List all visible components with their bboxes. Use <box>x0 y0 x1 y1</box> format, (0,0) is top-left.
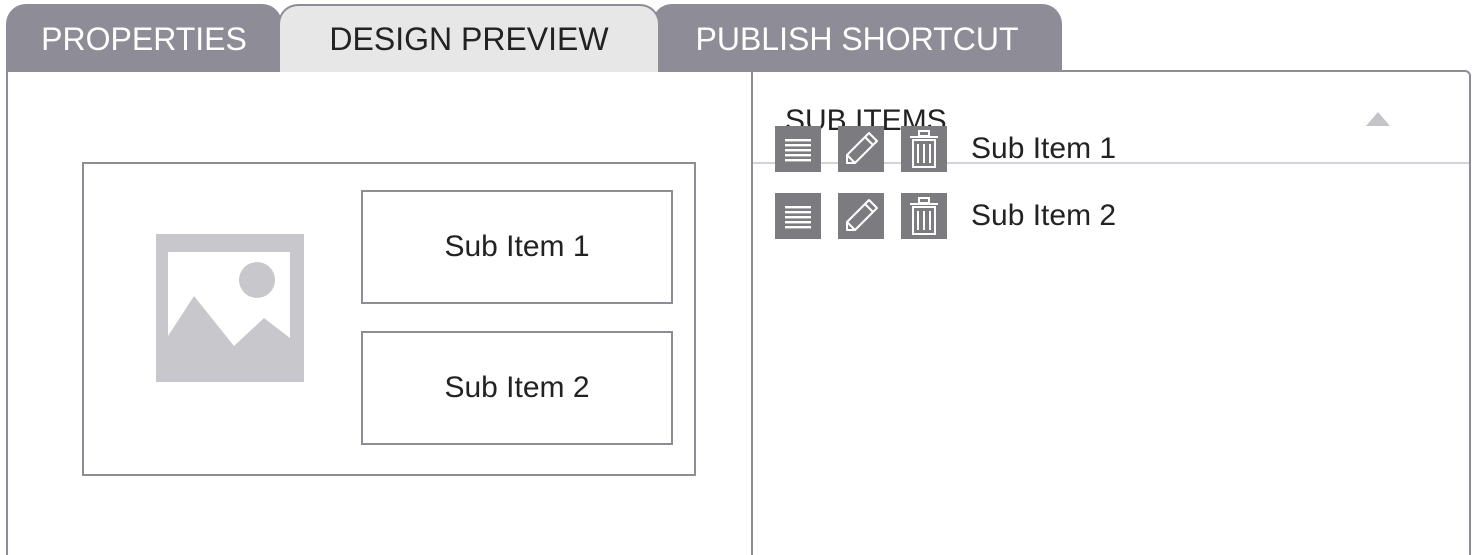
preview-sub-item-2[interactable]: Sub Item 2 <box>361 331 673 445</box>
sub-item-row-2: Sub Item 2 <box>775 193 1116 239</box>
tab-design-preview[interactable]: DESIGN PREVIEW <box>278 4 660 72</box>
preview-sub-item-1[interactable]: Sub Item 1 <box>361 190 673 304</box>
triangle-up-icon[interactable] <box>1364 110 1392 128</box>
trash-icon[interactable] <box>901 193 947 239</box>
sub-item-label-2: Sub Item 2 <box>971 199 1117 232</box>
preview-sub-item-2-label: Sub Item 2 <box>444 371 590 404</box>
tab-properties-label: PROPERTIES <box>41 20 247 57</box>
drag-handle-icon[interactable] <box>775 126 821 172</box>
tab-properties[interactable]: PROPERTIES <box>6 4 282 72</box>
drag-handle-icon[interactable] <box>775 193 821 239</box>
preview-sub-item-1-label: Sub Item 1 <box>444 230 590 263</box>
trash-icon[interactable] <box>901 126 947 172</box>
tab-publish-shortcut-label: PUBLISH SHORTCUT <box>695 20 1019 57</box>
image-placeholder-icon <box>156 234 304 382</box>
tab-publish-shortcut[interactable]: PUBLISH SHORTCUT <box>652 4 1062 72</box>
pencil-icon[interactable] <box>838 126 884 172</box>
tab-content-panel: Sub Item 1 Sub Item 2 SUB ITEMS <box>6 70 1471 555</box>
tab-design-preview-label: DESIGN PREVIEW <box>329 20 609 57</box>
pencil-icon[interactable] <box>838 193 884 239</box>
sub-item-row-1: Sub Item 1 <box>775 126 1116 172</box>
sub-item-label-1: Sub Item 1 <box>971 132 1117 165</box>
design-preview-frame: Sub Item 1 Sub Item 2 <box>82 162 696 476</box>
app-window: PROPERTIES PUBLISH SHORTCUT DESIGN PREVI… <box>0 0 1477 555</box>
